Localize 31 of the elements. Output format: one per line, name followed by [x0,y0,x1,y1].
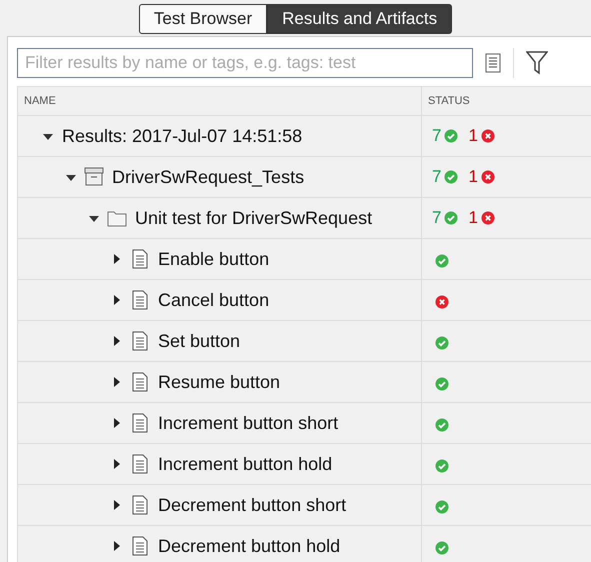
tree-row[interactable]: DriverSwRequest_Tests [18,157,422,197]
document-icon [130,331,150,351]
column-header: STATUS [427,94,471,109]
column-header: NAME [18,87,422,115]
check-icon [444,170,458,184]
passed-count: 7 [432,208,442,228]
document-icon [130,413,150,433]
failed-count: 1 [468,167,478,187]
passed-count: 7 [432,126,442,146]
tab[interactable]: Test Browser [138,4,268,34]
tree-row[interactable]: Results: 2017-Jul-07 14:51:58 [18,116,422,156]
check-icon [444,211,458,225]
document-icon [130,454,150,474]
failed-count: 1 [468,208,478,228]
error-icon [480,129,495,143]
passed-count: 7 [432,167,442,187]
error-icon [480,211,495,225]
archive-box-icon [84,167,104,187]
list-icon[interactable] [485,53,501,73]
document-icon [130,249,150,269]
error-icon [480,170,495,184]
filter-field[interactable]: Filter results by name or tags, e.g. tags: test [17,48,473,78]
tab[interactable]: Results and Artifacts [267,4,452,34]
filter-icon[interactable] [526,50,548,76]
document-icon [130,495,150,515]
tree-row[interactable]: Unit test for DriverSwRequest [18,198,422,238]
document-icon [130,290,150,310]
failed-count: 1 [468,126,478,146]
document-icon [130,372,150,392]
check-icon [444,129,458,143]
document-icon [130,536,150,556]
